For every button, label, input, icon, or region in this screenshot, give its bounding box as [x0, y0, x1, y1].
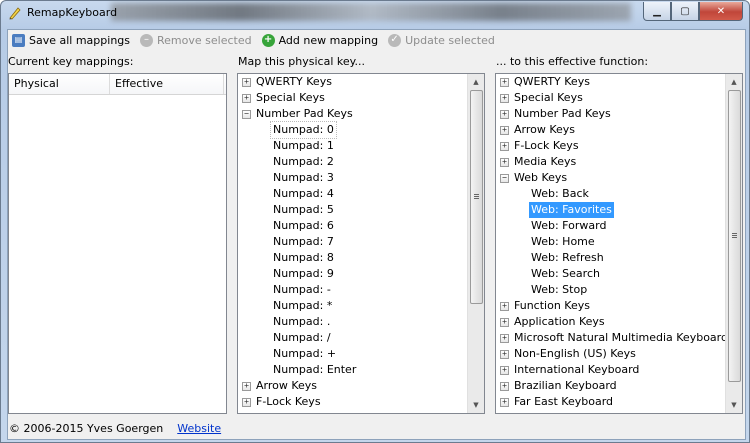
close-button[interactable]: ✕: [699, 2, 743, 21]
expand-icon[interactable]: +: [242, 78, 251, 87]
minimize-button[interactable]: ▁: [643, 2, 671, 21]
title-bar[interactable]: RemapKeyboard ▁ ▢ ✕: [1, 1, 749, 25]
save-all-button[interactable]: ▤ Save all mappings: [12, 33, 131, 47]
expand-icon[interactable]: +: [500, 350, 509, 359]
minimize-icon: ▁: [653, 5, 661, 17]
add-icon: +: [261, 33, 275, 47]
expand-icon[interactable]: +: [500, 78, 509, 87]
website-link[interactable]: Website: [177, 422, 221, 435]
expand-icon[interactable]: +: [500, 318, 509, 327]
mappings-list[interactable]: Physical Effective: [8, 73, 227, 414]
toolbar: ▤ Save all mappings – Remove selected + …: [8, 30, 745, 50]
blurred-background: [111, 3, 631, 21]
grip-line: [474, 196, 479, 197]
grip-line: [474, 194, 479, 195]
remove-icon: –: [140, 33, 154, 47]
save-all-label: Save all mappings: [29, 33, 131, 47]
expand-icon[interactable]: +: [500, 302, 509, 311]
collapse-icon[interactable]: −: [242, 110, 251, 119]
expand-icon[interactable]: +: [242, 94, 251, 103]
expand-icon[interactable]: +: [500, 158, 509, 167]
check-icon: ✓: [388, 33, 402, 47]
scroll-down-icon[interactable]: ▼: [726, 397, 742, 413]
expand-icon[interactable]: +: [242, 398, 251, 407]
physical-heading: Map this physical key...: [238, 55, 366, 68]
effective-scrollbar[interactable]: ▲ ▼: [725, 74, 742, 413]
column-physical[interactable]: Physical: [9, 74, 110, 94]
remove-selected-label: Remove selected: [157, 33, 252, 47]
copyright-text: © 2006-2015 Yves Goergen: [9, 422, 164, 435]
selected-item: Web: Favorites: [529, 202, 614, 218]
scroll-thumb[interactable]: [470, 90, 483, 304]
physical-key-tree[interactable]: + QWERTY Keys + Special Keys − Number Pad K…: [237, 73, 485, 414]
scroll-up-icon[interactable]: ▲: [726, 74, 742, 90]
collapse-icon[interactable]: −: [500, 174, 509, 183]
grip-line: [732, 235, 737, 236]
expand-icon[interactable]: +: [242, 382, 251, 391]
expand-icon[interactable]: +: [500, 110, 509, 119]
column-effective[interactable]: Effective: [110, 74, 224, 94]
mappings-heading: Current key mappings:: [8, 55, 134, 68]
scroll-down-icon[interactable]: ▼: [468, 397, 484, 413]
scroll-thumb[interactable]: [728, 90, 741, 382]
footer: © 2006-2015 Yves Goergen Website: [9, 422, 221, 435]
effective-function-tree[interactable]: + QWERTY Keys + Special Keys + Number Pad K…: [495, 73, 743, 414]
effective-heading: ... to this effective function:: [496, 55, 649, 68]
scroll-up-icon[interactable]: ▲: [468, 74, 484, 90]
main-panel: ▤ Save all mappings – Remove selected + …: [7, 29, 746, 440]
caption-buttons: ▁ ▢ ✕: [643, 2, 743, 21]
app-icon: [9, 7, 21, 20]
app-window: RemapKeyboard ▁ ▢ ✕ ▤ Save all mappings …: [0, 0, 750, 443]
add-mapping-label: Add new mapping: [278, 33, 379, 47]
expand-icon[interactable]: +: [500, 94, 509, 103]
expand-icon[interactable]: +: [500, 382, 509, 391]
remove-selected-button[interactable]: – Remove selected: [140, 33, 252, 47]
grip-line: [474, 198, 479, 199]
physical-scrollbar[interactable]: ▲ ▼: [467, 74, 484, 413]
maximize-icon: ▢: [680, 5, 690, 17]
window-title: RemapKeyboard: [27, 6, 118, 19]
maximize-button[interactable]: ▢: [671, 2, 699, 21]
grip-line: [732, 233, 737, 234]
expand-icon[interactable]: +: [500, 334, 509, 343]
add-mapping-button[interactable]: + Add new mapping: [261, 33, 379, 47]
close-icon: ✕: [716, 5, 726, 17]
expand-icon[interactable]: +: [500, 126, 509, 135]
update-selected-button[interactable]: ✓ Update selected: [388, 33, 495, 47]
grip-line: [732, 237, 737, 238]
expand-icon[interactable]: +: [500, 142, 509, 151]
update-selected-label: Update selected: [405, 33, 495, 47]
save-icon: ▤: [12, 33, 25, 47]
expand-icon[interactable]: +: [500, 398, 509, 407]
mappings-list-header: Physical Effective: [9, 74, 226, 95]
expand-icon[interactable]: +: [500, 366, 509, 375]
